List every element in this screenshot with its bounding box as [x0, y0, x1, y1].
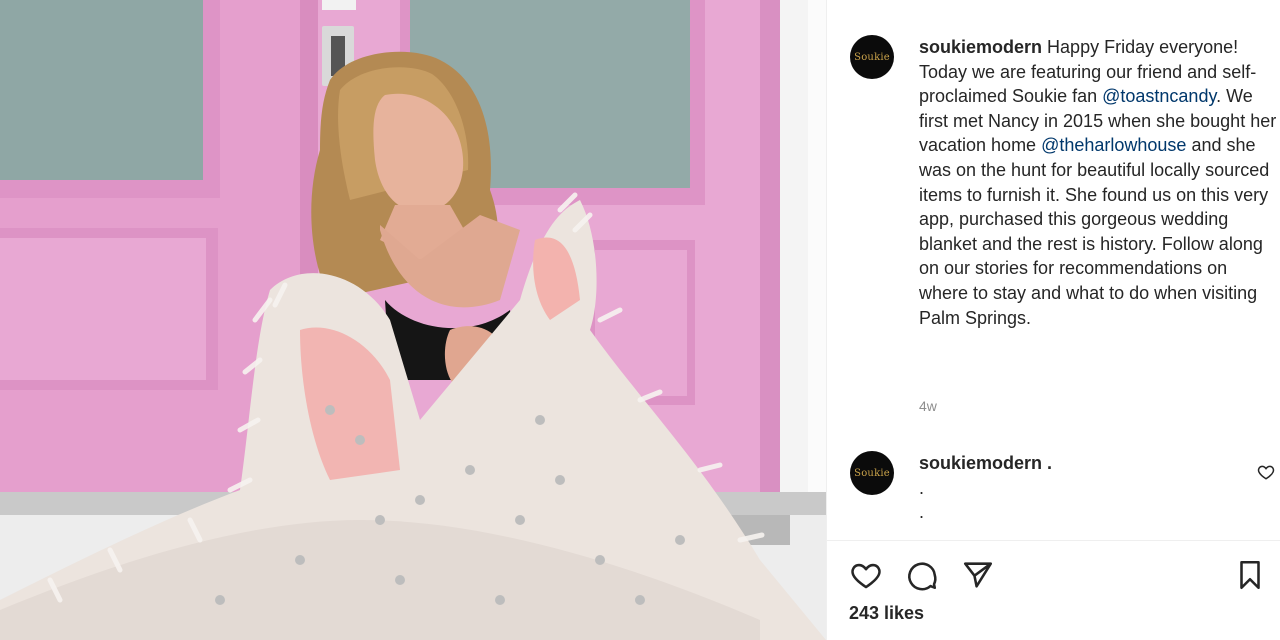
like-button[interactable] — [849, 558, 883, 592]
comment-button[interactable] — [905, 558, 939, 592]
post-caption: soukiemodern Happy Friday everyone! Toda… — [919, 35, 1279, 330]
instagram-post-view: Soukie soukiemodern Happy Friday everyon… — [0, 0, 1280, 640]
comment-like-heart-icon[interactable] — [1257, 463, 1275, 481]
comment-text: . . — [919, 478, 925, 522]
avatar-logo-text: Soukie — [854, 467, 890, 479]
post-age[interactable]: 4w — [919, 398, 937, 414]
post-detail-panel: Soukie soukiemodern Happy Friday everyon… — [826, 0, 1280, 640]
post-photo[interactable] — [0, 0, 826, 640]
author-avatar[interactable]: Soukie — [850, 35, 894, 79]
share-icon — [963, 562, 993, 588]
likes-count[interactable]: 243 likes — [849, 603, 924, 624]
caption-text-3: and she was on the hunt for beautiful lo… — [919, 135, 1270, 328]
commenter-avatar[interactable]: Soukie — [850, 451, 894, 495]
heart-icon — [851, 563, 881, 589]
bookmark-icon — [1240, 560, 1260, 590]
mention-theharlowhouse[interactable]: @theharlowhouse — [1041, 135, 1186, 155]
avatar-logo-text: Soukie — [854, 51, 890, 63]
save-button[interactable] — [1233, 558, 1267, 592]
mention-toastncandy[interactable]: @toastncandy — [1102, 86, 1216, 106]
photo-illustration — [0, 0, 826, 640]
comment-username[interactable]: soukiemodern . — [919, 453, 1052, 474]
caption-username[interactable]: soukiemodern — [919, 37, 1042, 57]
actions-divider — [827, 540, 1280, 541]
comment-icon — [908, 562, 937, 591]
share-button[interactable] — [961, 558, 995, 592]
